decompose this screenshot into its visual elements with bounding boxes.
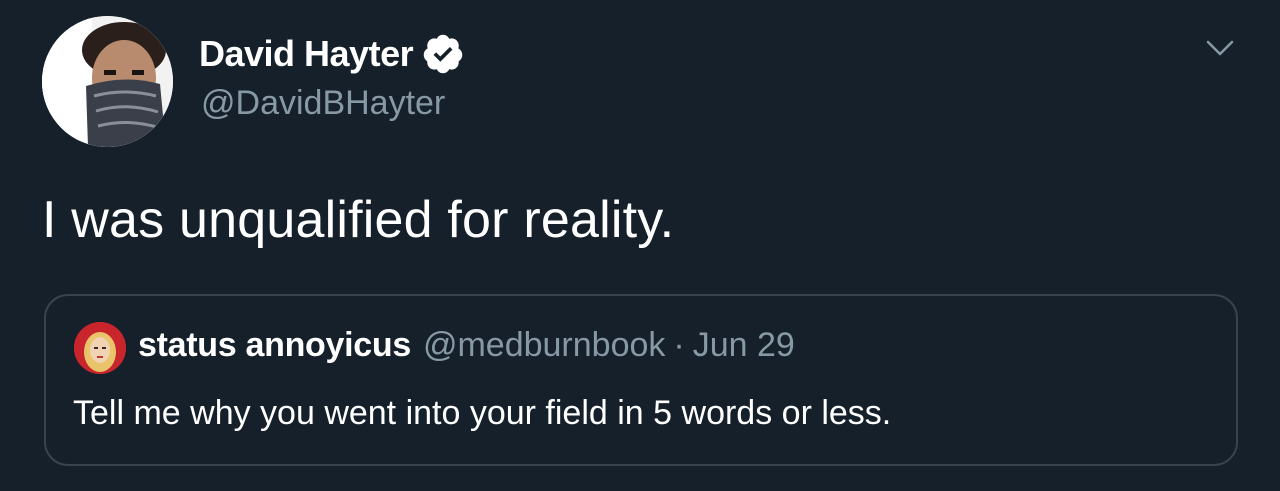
- verified-badge-icon: [423, 34, 463, 74]
- quoted-tweet-date[interactable]: Jun 29: [693, 326, 795, 365]
- quoted-author-avatar-image: [74, 322, 126, 374]
- author-name-row: David Hayter: [199, 30, 465, 78]
- quoted-tweet-header: status annoyicus @medburnbook · Jun 29: [138, 326, 795, 365]
- quoted-author-name[interactable]: status annoyicus: [138, 326, 411, 365]
- chevron-down-icon[interactable]: [1200, 33, 1240, 63]
- header-separator: ·: [673, 326, 685, 364]
- author-avatar[interactable]: [42, 16, 173, 147]
- author-name[interactable]: David Hayter: [199, 33, 414, 75]
- author-avatar-image: [42, 16, 173, 147]
- tweet-text: I was unqualified for reality.: [42, 191, 675, 249]
- quoted-tweet-card[interactable]: status annoyicus @medburnbook · Jun 29 T…: [44, 294, 1238, 466]
- quoted-tweet-text: Tell me why you went into your field in …: [73, 394, 892, 432]
- author-handle[interactable]: @DavidBHayter: [201, 84, 445, 123]
- tweet: David Hayter @DavidBHayter I was unquali…: [0, 0, 1280, 491]
- quoted-author-avatar[interactable]: [74, 322, 126, 374]
- quoted-author-handle[interactable]: @medburnbook: [423, 326, 665, 365]
